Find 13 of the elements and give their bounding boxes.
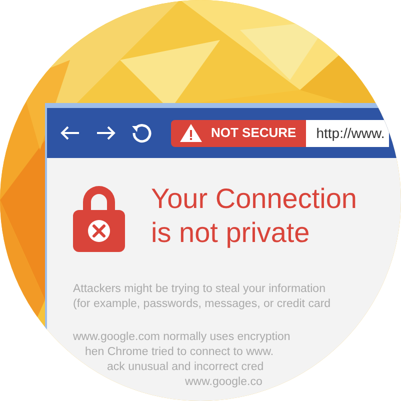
body-text-line: www.google.com normally uses encryption: [73, 330, 292, 345]
address-field[interactable]: http://www.: [306, 120, 389, 146]
body-text-line: ack unusual and incorrect cred: [107, 360, 265, 375]
body-text-line: (for example, passwords, messages, or credit card: [73, 297, 332, 312]
error-heading: is not private: [151, 216, 311, 250]
error-heading: Your Connection: [151, 182, 358, 216]
lock-icon: [71, 184, 127, 254]
security-label: NOT SECURE: [211, 124, 296, 142]
body-text-line: Attackers might be trying to steal your information: [73, 282, 326, 297]
body-text-line: www.google.co: [185, 375, 264, 390]
body-text-line: hen Chrome tried to connect to www.: [85, 345, 275, 360]
warning-icon: [179, 123, 203, 143]
security-badge[interactable]: NOT SECURE: [171, 120, 306, 146]
